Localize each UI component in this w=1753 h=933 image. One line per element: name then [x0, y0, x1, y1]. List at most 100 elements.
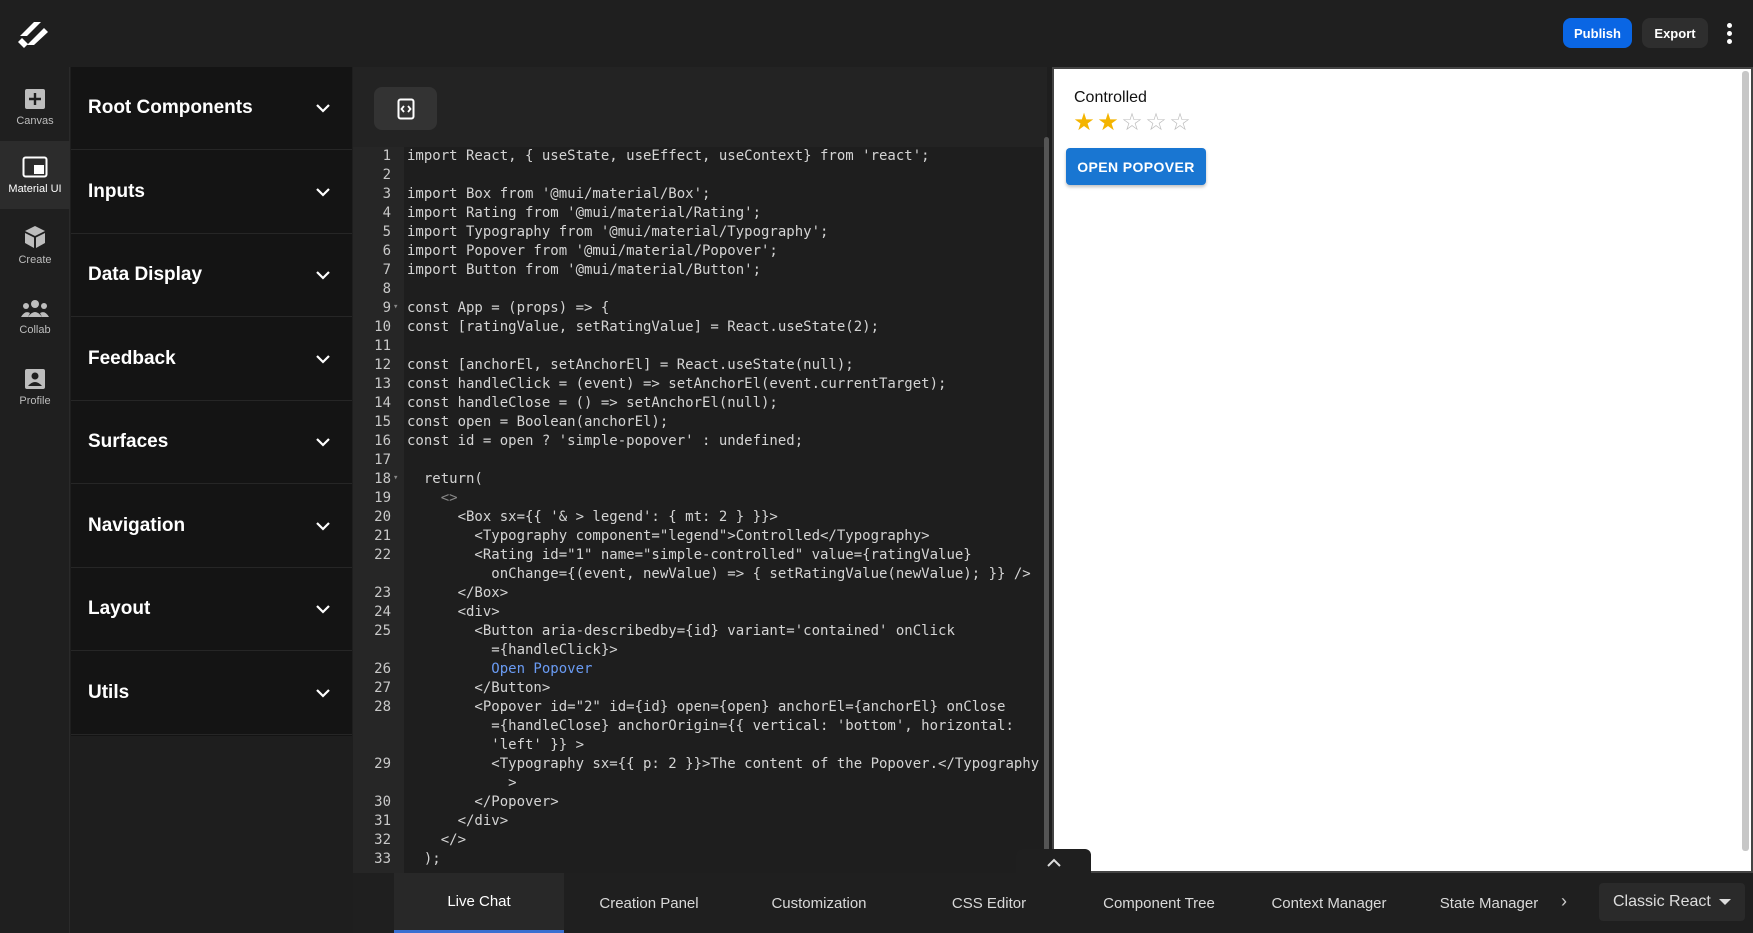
tab-customization[interactable]: Customization — [734, 873, 904, 933]
tab-context-manager[interactable]: Context Manager — [1244, 873, 1414, 933]
code-brackets-icon — [397, 98, 414, 119]
code-line: const id = open ? 'simple-popover' : und… — [407, 433, 804, 449]
line-number: 19 — [374, 490, 391, 506]
chevron-down-icon — [316, 103, 330, 113]
line-number: 14 — [374, 395, 391, 411]
group-icon — [21, 299, 49, 317]
code-line: </Popover> — [407, 794, 559, 810]
fold-arrow-icon[interactable]: ▾ — [393, 302, 398, 312]
app-logo[interactable] — [14, 12, 54, 52]
tab-css-editor[interactable]: CSS Editor — [904, 873, 1074, 933]
chevron-down-icon — [316, 437, 330, 447]
line-number: 5 — [382, 224, 391, 240]
section-feedback[interactable]: Feedback — [71, 318, 352, 401]
window-icon — [22, 156, 48, 177]
rail-item-canvas[interactable]: Canvas — [0, 73, 70, 141]
line-number: 30 — [374, 794, 391, 810]
tab-creation-panel[interactable]: Creation Panel — [564, 873, 734, 933]
section-surfaces[interactable]: Surfaces — [71, 401, 352, 484]
left-rail: Canvas Material UI Create Collab Profile — [0, 67, 70, 933]
line-number: 31 — [374, 813, 391, 829]
code-line: import Button from '@mui/material/Button… — [407, 262, 762, 278]
code-line: ={handleClose} anchorOrigin={{ vertical:… — [407, 718, 1014, 734]
line-number: 1 — [382, 148, 391, 164]
chevron-down-icon — [316, 270, 330, 280]
chevron-down-icon — [316, 521, 330, 531]
code-line: import Popover from '@mui/material/Popov… — [407, 243, 778, 259]
rail-item-create[interactable]: Create — [0, 211, 70, 279]
more-options-icon[interactable] — [1719, 18, 1739, 48]
plus-square-icon — [25, 88, 45, 109]
line-number: 21 — [374, 528, 391, 544]
section-navigation[interactable]: Navigation — [71, 485, 352, 568]
line-number: 25 — [374, 623, 391, 639]
line-number: 33 — [374, 851, 391, 867]
code-line: Open Popover — [407, 661, 593, 677]
code-line: const handleClick = (event) => setAnchor… — [407, 376, 947, 392]
live-preview-panel: Controlled ★ ★ ☆ ☆ ☆ OPEN POPOVER — [1052, 67, 1753, 873]
editor-scrollbar[interactable] — [1044, 137, 1049, 867]
line-number: 7 — [382, 262, 391, 278]
star-icon[interactable]: ★ — [1072, 111, 1096, 135]
line-number: 15 — [374, 414, 391, 430]
code-line: const open = Boolean(anchorEl); — [407, 414, 669, 430]
collapse-panel-button[interactable] — [1016, 849, 1091, 875]
section-inputs[interactable]: Inputs — [71, 151, 352, 234]
star-outline-icon[interactable]: ☆ — [1120, 111, 1144, 135]
chevron-down-icon — [316, 187, 330, 197]
line-number: 20 — [374, 509, 391, 525]
line-number: 3 — [382, 186, 391, 202]
code-area[interactable]: 1 2 3 4 5 6 7 8 9 ▾ 10 11 12 13 14 15 16… — [353, 147, 1047, 873]
line-number: 8 — [382, 281, 391, 297]
code-editor-panel: 1 2 3 4 5 6 7 8 9 ▾ 10 11 12 13 14 15 16… — [353, 67, 1049, 873]
chevron-down-icon — [316, 688, 330, 698]
rail-item-profile[interactable]: Profile — [0, 353, 70, 421]
section-utils[interactable]: Utils — [71, 652, 352, 735]
line-number: 27 — [374, 680, 391, 696]
section-layout[interactable]: Layout — [71, 568, 352, 651]
top-bar: Publish Export — [0, 0, 1753, 67]
code-line: ); — [407, 851, 441, 867]
line-number: 24 — [374, 604, 391, 620]
tab-state-manager[interactable]: State Manager — [1414, 873, 1564, 933]
format-code-button[interactable] — [374, 87, 437, 130]
star-icon[interactable]: ★ — [1096, 111, 1120, 135]
publish-button[interactable]: Publish — [1563, 18, 1632, 48]
export-button[interactable]: Export — [1642, 18, 1708, 48]
framework-select[interactable]: Classic React — [1599, 883, 1745, 921]
open-popover-button[interactable]: OPEN POPOVER — [1066, 148, 1206, 185]
line-number: 16 — [374, 433, 391, 449]
rail-item-material-ui[interactable]: Material UI — [0, 141, 70, 209]
line-number: 12 — [374, 357, 391, 373]
line-number: 18 — [374, 471, 391, 487]
code-line: </Button> — [407, 680, 551, 696]
preview-scrollbar[interactable] — [1742, 71, 1749, 851]
code-line: const App = (props) => { — [407, 300, 610, 316]
cube-icon — [25, 225, 45, 248]
rail-item-collab[interactable]: Collab — [0, 283, 70, 351]
section-title: Data Display — [88, 264, 203, 285]
code-line: <Box sx={{ '& > legend': { mt: 2 } }}> — [407, 509, 778, 525]
line-number: 22 — [374, 547, 391, 563]
tab-live-chat[interactable]: Live Chat — [394, 873, 564, 933]
star-outline-icon[interactable]: ☆ — [1144, 111, 1168, 135]
rail-item-label: Canvas — [16, 114, 54, 127]
tab-component-tree[interactable]: Component Tree — [1074, 873, 1244, 933]
code-line: import React, { useState, useEffect, use… — [407, 148, 930, 164]
star-outline-icon[interactable]: ☆ — [1168, 111, 1192, 135]
fold-arrow-icon[interactable]: ▾ — [393, 473, 398, 483]
sidebar-empty-area — [71, 736, 352, 933]
code-line: const handleClose = () => setAnchorEl(nu… — [407, 395, 778, 411]
code-line: <Popover id="2" id={id} open={open} anch… — [407, 699, 1006, 715]
code-line: <div> — [407, 604, 500, 620]
profile-icon — [25, 368, 45, 389]
rating-control[interactable]: ★ ★ ☆ ☆ ☆ — [1072, 111, 1192, 135]
section-title: Root Components — [88, 97, 253, 118]
code-line: import Typography from '@mui/material/Ty… — [407, 224, 829, 240]
chevron-up-icon — [1046, 858, 1061, 867]
line-number: 2 — [382, 167, 391, 183]
section-data-display[interactable]: Data Display — [71, 234, 352, 317]
code-line: const [ratingValue, setRatingValue] = Re… — [407, 319, 880, 335]
chevron-right-icon[interactable]: › — [1561, 891, 1567, 912]
section-root-components[interactable]: Root Components — [71, 67, 352, 150]
